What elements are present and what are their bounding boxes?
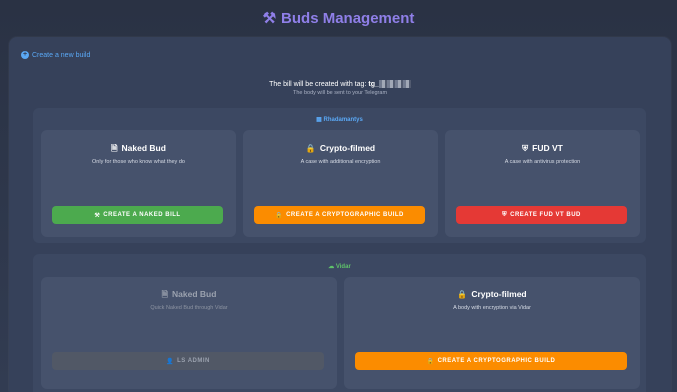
file-icon: 🗎 bbox=[111, 144, 118, 153]
create-new-build-link[interactable]: + Create a new build bbox=[21, 51, 90, 59]
button-label: CREATE A CRYPTOGRAPHIC BUILD bbox=[437, 358, 556, 364]
card-title-text: Crypto-filmed bbox=[319, 143, 376, 153]
tag-subtext: The body will be sent to your Telegram bbox=[292, 90, 388, 96]
group-title-rhadamantys: ▦ Rhadamantys bbox=[33, 116, 646, 123]
card-title: 🔒 Crypto-filmed bbox=[344, 289, 640, 299]
group-title-text: Rhadamantys bbox=[323, 117, 363, 123]
user-lock-icon: 👤 bbox=[166, 358, 175, 365]
tag-redacted-blur bbox=[378, 80, 411, 88]
shield-icon: ⛨ bbox=[502, 211, 508, 218]
card-desc: A body with encryption via Vidar bbox=[453, 305, 531, 311]
plus-circle-icon: + bbox=[21, 51, 29, 59]
create-cryptographic-build-button[interactable]: 🔒 CREATE A CRYPTOGRAPHIC BUILD bbox=[254, 206, 425, 224]
hammer-icon: ⚒ bbox=[262, 10, 277, 27]
card-title: ⛨ FUD VT bbox=[445, 143, 640, 154]
create-cryptographic-build-button-vidar[interactable]: 🔒 CREATE A CRYPTOGRAPHIC BUILD bbox=[355, 352, 627, 370]
shield-icon: ⛨ bbox=[522, 144, 529, 153]
card-title: 🗎 Naked Bud bbox=[41, 143, 236, 157]
create-naked-bill-button[interactable]: ⚒ CREATE A NAKED BILL bbox=[52, 206, 223, 224]
tag-line: The bill will be created with tag: tg_ bbox=[9, 80, 671, 88]
card-fud-vt: ⛨ FUD VT A case with antivirus protection… bbox=[445, 130, 640, 237]
group-title-text: Vidar bbox=[335, 264, 351, 270]
card-title-text: Crypto-filmed bbox=[471, 289, 527, 299]
card-desc: Quick Naked Bud through Vidar bbox=[150, 305, 228, 311]
card-title-text: FUD VT bbox=[532, 143, 563, 153]
lock-icon: 🔒 bbox=[426, 358, 435, 365]
group-vidar: ☁ Vidar 🗎 Naked Bud Quick Naked Bud throu… bbox=[33, 254, 646, 392]
create-fud-vt-bud-button[interactable]: ⛨ CREATE FUD VT BUD bbox=[456, 206, 627, 224]
card-crypto-filmed-vidar: 🔒 Crypto-filmed A body with encryption vi… bbox=[344, 277, 640, 389]
lock-icon: 🔒 bbox=[275, 212, 284, 219]
card-naked-bud: 🗎 Naked Bud Only for those who know what … bbox=[41, 130, 236, 237]
lock-icon: 🔒 bbox=[305, 144, 316, 153]
card-naked-bud-vidar: 🗎 Naked Bud Quick Naked Bud through Vidar… bbox=[41, 277, 337, 389]
tag-info: The bill will be created with tag: tg_ T… bbox=[9, 80, 671, 96]
ls-admin-button[interactable]: 👤 LS ADMIN bbox=[52, 352, 324, 370]
file-icon: 🗎 bbox=[161, 290, 169, 299]
card-title: 🗎 Naked Bud bbox=[41, 289, 337, 303]
windows-icon: ▦ bbox=[316, 117, 322, 123]
card-title-text: Naked Bud bbox=[121, 143, 166, 153]
hammer-icon: ⚒ bbox=[94, 212, 101, 219]
page-title-text: Buds Management bbox=[281, 10, 415, 27]
card-crypto-filmed: 🔒 Crypto-filmed A case with additional en… bbox=[243, 130, 438, 237]
card-title-text: Naked Bud bbox=[172, 289, 217, 299]
tag-value: tg_ bbox=[368, 80, 379, 88]
button-label: CREATE A NAKED BILL bbox=[103, 212, 181, 218]
button-label: CREATE A CRYPTOGRAPHIC BUILD bbox=[286, 212, 404, 218]
create-new-build-label: Create a new build bbox=[32, 51, 91, 59]
tag-label: The bill will be created with tag: bbox=[269, 80, 367, 88]
lock-icon: 🔒 bbox=[457, 290, 468, 299]
group-rhadamantys: ▦ Rhadamantys 🗎 Naked Bud Only for those … bbox=[33, 108, 646, 243]
card-desc: A case with additional encryption bbox=[300, 159, 381, 165]
group-title-vidar: ☁ Vidar bbox=[33, 263, 646, 270]
button-label: CREATE FUD VT BUD bbox=[510, 212, 581, 218]
card-desc: A case with antivirus protection bbox=[504, 159, 581, 165]
card-desc: Only for those who know what they do bbox=[92, 159, 185, 165]
page-title: ⚒ Buds Management bbox=[0, 9, 677, 27]
button-label: LS ADMIN bbox=[177, 358, 210, 364]
cloud-icon: ☁ bbox=[328, 264, 335, 270]
build-panel: + Create a new build The bill will be cr… bbox=[9, 37, 671, 392]
card-title: 🔒 Crypto-filmed bbox=[243, 143, 438, 153]
